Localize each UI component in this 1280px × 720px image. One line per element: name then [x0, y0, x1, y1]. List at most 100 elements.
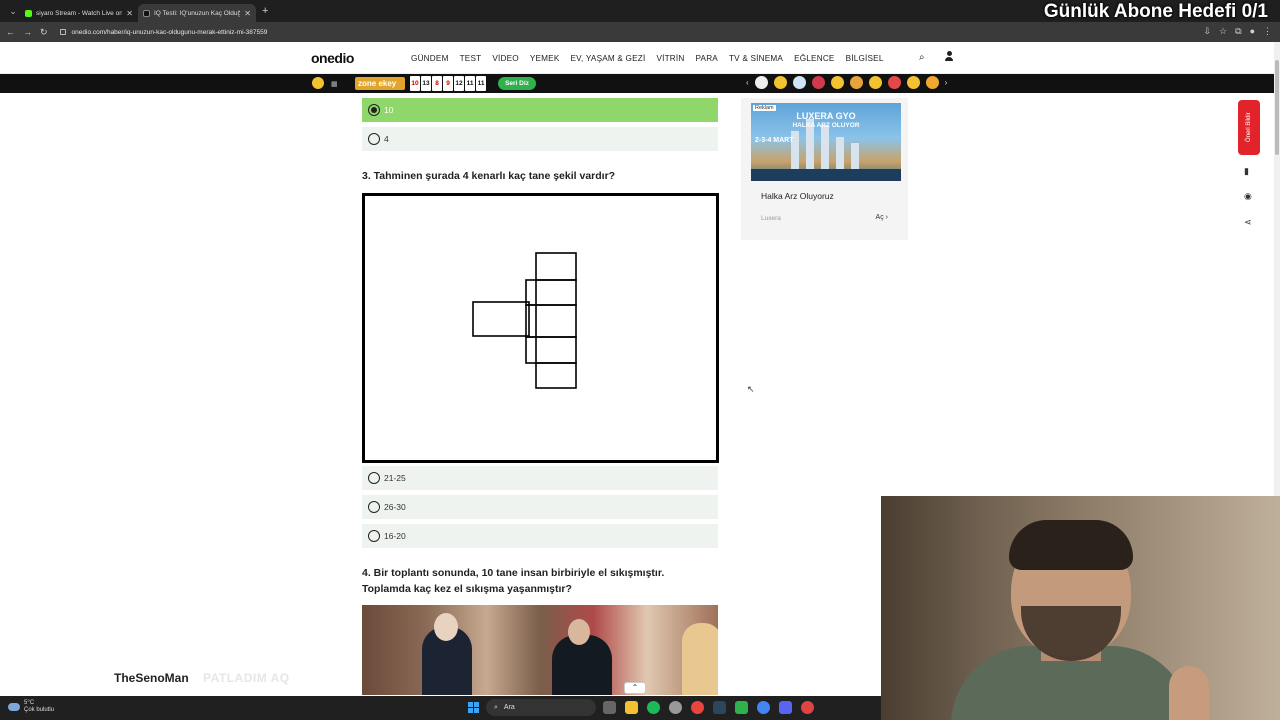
seri-diz-button[interactable]: Seri Diz [498, 77, 536, 90]
close-icon[interactable]: ✕ [244, 9, 251, 18]
menu-item-para[interactable]: PARA [695, 54, 718, 63]
forward-icon[interactable]: → [23, 27, 32, 37]
ad-brand: LUXERA GYO [796, 111, 856, 121]
profile-icon[interactable]: ● [1250, 26, 1255, 37]
chevron-right-icon[interactable]: › [945, 78, 948, 87]
smiley-icon[interactable] [312, 77, 324, 89]
emoji-icon[interactable] [754, 76, 768, 89]
browser-toolbar-icons: ⇩ ☆ ⧉ ● ⋮ [1204, 26, 1273, 37]
menu-item-tv-sinema[interactable]: TV & SİNEMA [729, 54, 783, 63]
back-icon[interactable]: ← [6, 27, 15, 37]
menu-item-video[interactable]: VİDEO [492, 54, 518, 63]
bookmark-star-icon[interactable]: ☆ [1219, 26, 1227, 37]
card: 11 [476, 76, 486, 91]
extension-icon[interactable]: ⧉ [1235, 26, 1241, 37]
tab-kick[interactable]: siyaro Stream - Watch Live on Ki ✕ [20, 4, 138, 22]
suggest-button[interactable]: Öneri Bildir [1238, 100, 1260, 155]
menu-item-gundem[interactable]: GÜNDEM [411, 54, 449, 63]
ad-card[interactable]: Reklam LUXERA GYO HALKA ARZ OLUYOR 2-3-4… [741, 98, 908, 240]
radio-icon [368, 133, 380, 145]
install-icon[interactable]: ⇩ [1204, 26, 1212, 37]
ad-text[interactable]: Halka Arz Oluyoruz [761, 191, 834, 201]
settings-icon[interactable] [669, 701, 682, 714]
reload-icon[interactable]: ↻ [40, 27, 48, 38]
answer-option-selected[interactable]: 10 [362, 98, 718, 122]
site-header: onedio GÜNDEM TEST VİDEO YEMEK EV, YAŞAM… [0, 42, 1274, 74]
kick-favicon-icon [25, 9, 32, 17]
ad-image[interactable]: Reklam LUXERA GYO HALKA ARZ OLUYOR 2-3-4… [751, 103, 901, 181]
emoji-icon[interactable] [849, 76, 863, 89]
main-menu: GÜNDEM TEST VİDEO YEMEK EV, YAŞAM & GEZİ… [411, 54, 884, 63]
spotify-icon[interactable] [647, 701, 660, 714]
menu-icon[interactable]: ⋮ [1263, 26, 1272, 37]
menu-item-bilgisel[interactable]: BİLGİSEL [846, 54, 884, 63]
discord-icon[interactable] [779, 701, 792, 714]
emoji-icon[interactable] [792, 76, 806, 89]
tab-list-icon[interactable]: ⌄ [6, 6, 20, 17]
radio-icon [368, 530, 380, 542]
search-icon[interactable]: ⌕ [919, 52, 925, 63]
option-label: 21-25 [384, 473, 406, 483]
url-field[interactable]: onedio.com/haber/iq-unuzun-kac-oldugunu-… [59, 29, 267, 36]
card: 12 [454, 76, 464, 91]
mouse-cursor-icon: ↖ [747, 384, 755, 394]
answer-option[interactable]: 26-30 [362, 495, 718, 519]
onedio-logo[interactable]: onedio [311, 50, 354, 66]
ad-badge: Reklam [753, 105, 776, 111]
weather-temp: 5°C [24, 700, 35, 706]
menu-item-test[interactable]: TEST [460, 54, 482, 63]
windows-start-icon[interactable] [468, 702, 479, 713]
site-info-icon[interactable] [59, 29, 66, 35]
squares-diagram [472, 252, 577, 389]
chevron-left-icon[interactable]: ‹ [746, 78, 749, 87]
weather-widget[interactable]: 5°C Çok bulutlu [8, 700, 54, 714]
menu-item-vitrin[interactable]: VİTRİN [656, 54, 684, 63]
emoji-strip: ‹ › [746, 76, 947, 89]
file-explorer-icon[interactable] [625, 701, 638, 714]
emoji-icon[interactable] [906, 76, 920, 89]
menu-item-eglence[interactable]: EĞLENCE [794, 54, 835, 63]
emoji-icon[interactable] [773, 76, 787, 89]
emoji-icon[interactable] [811, 76, 825, 89]
zone-ekey-logo[interactable]: zone ekey [355, 77, 405, 90]
question-4-image [362, 605, 718, 695]
media-icon[interactable] [735, 701, 748, 714]
taskbar-search[interactable]: ⌕ Ara [486, 699, 596, 716]
chrome-icon[interactable] [691, 701, 704, 714]
close-icon[interactable]: ✕ [126, 9, 133, 18]
emoji-icon[interactable] [868, 76, 882, 89]
scroll-up-icon[interactable]: ⌃ [624, 682, 646, 694]
card: 10 [410, 76, 420, 91]
chrome-icon[interactable] [757, 701, 770, 714]
menu-item-ev-yasam[interactable]: EV, YAŞAM & GEZİ [570, 54, 645, 63]
share-icon[interactable]: ⋖ [1244, 217, 1252, 228]
steam-icon[interactable] [713, 701, 726, 714]
bookmark-icon[interactable]: ▮ [1244, 166, 1249, 177]
task-view-icon[interactable] [603, 701, 616, 714]
comment-icon[interactable]: ◉ [1244, 191, 1252, 202]
ad-open-link[interactable]: Aç › [876, 214, 888, 221]
answer-option[interactable]: 21-25 [362, 466, 718, 490]
ad-dates: 2-3-4 MART [755, 137, 794, 144]
answer-option[interactable]: 4 [362, 127, 718, 151]
weather-desc: Çok bulutlu [24, 707, 55, 713]
tab-label: IQ Testi: IQ'unuzun Kaç Olduğu [154, 9, 241, 17]
streamer-name: TheSenoMan [114, 671, 189, 685]
emoji-icon[interactable] [925, 76, 939, 89]
new-tab-button[interactable]: + [262, 5, 268, 17]
grid-icon[interactable]: ▦ [331, 80, 338, 88]
scrollbar-thumb[interactable] [1275, 60, 1279, 155]
emoji-icon[interactable] [887, 76, 901, 89]
stream-caption: PATLADIM AQ [203, 671, 290, 685]
menu-item-yemek[interactable]: YEMEK [530, 54, 560, 63]
tab-onedio[interactable]: IQ Testi: IQ'unuzun Kaç Olduğu ✕ [138, 4, 256, 22]
question-4-title-line2: Toplamda kaç kez el sıkışma yaşanmıştır? [362, 583, 572, 595]
user-icon[interactable] [945, 51, 953, 61]
taskbar-apps [603, 701, 814, 714]
card-game-preview[interactable]: 10 13 8 9 12 11 11 [410, 76, 486, 91]
emoji-icon[interactable] [830, 76, 844, 89]
card: 9 [443, 76, 453, 91]
answer-option[interactable]: 16-20 [362, 524, 718, 548]
onedio-favicon-icon [143, 9, 150, 17]
app-icon[interactable] [801, 701, 814, 714]
